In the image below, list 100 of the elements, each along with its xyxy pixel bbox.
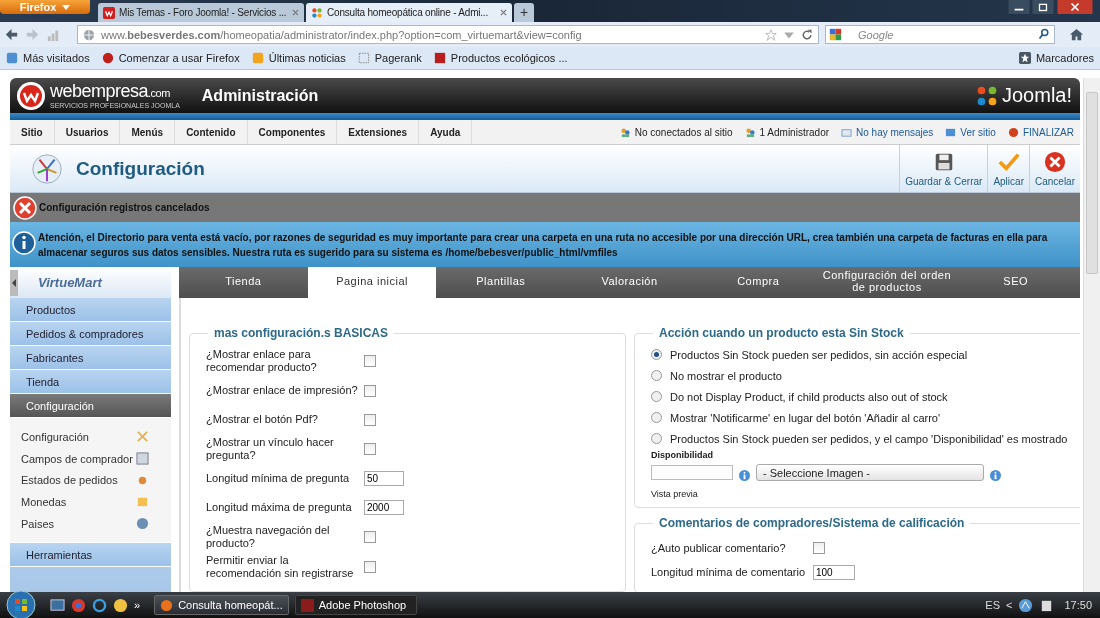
sidebar-item[interactable]: Herramientas (10, 543, 171, 568)
tab[interactable]: Tienda (179, 267, 308, 298)
restore-icon[interactable] (1031, 0, 1055, 14)
reload-icon[interactable] (801, 28, 813, 41)
sidebar-item[interactable]: Productos (10, 298, 171, 322)
bookmark-link[interactable]: Pagerank (357, 52, 422, 64)
info-icon[interactable] (739, 470, 750, 481)
tab[interactable]: Plantillas (436, 267, 566, 298)
bookmark-link[interactable]: Más visitados (6, 52, 90, 64)
submenu-item[interactable]: Configuración (10, 426, 171, 448)
group-title: mas configuración.s BASICAS (213, 326, 390, 340)
status-item[interactable]: No conectados al sitio (613, 120, 739, 144)
browser-tab[interactable]: Mis Temas - Foro Joomla! - Servicios ... (98, 3, 304, 22)
taskbar-window[interactable]: Adobe Photoshop (294, 595, 417, 615)
input-field[interactable]: 50 (364, 471, 404, 486)
group-title: Acción cuando un producto esta Sin Stock (658, 326, 905, 340)
bookmark-link[interactable]: Últimas noticias (251, 52, 346, 64)
caret-icon (62, 4, 71, 10)
info-icon[interactable] (990, 470, 1001, 481)
radio-button[interactable] (651, 349, 662, 360)
menu-item[interactable]: Sitio (10, 120, 55, 144)
checkbox[interactable] (364, 355, 376, 367)
search-icon[interactable] (1038, 28, 1050, 40)
sidebar-item[interactable]: Configuración (10, 394, 171, 418)
checkbox[interactable] (364, 384, 376, 397)
checkbox[interactable] (364, 443, 376, 455)
tab[interactable]: Valoración (565, 267, 694, 298)
tab[interactable]: Pagina inicial (307, 267, 437, 298)
menu-item[interactable]: Componentes (247, 120, 338, 144)
radio-button[interactable] (651, 370, 662, 381)
input-field[interactable]: 100 (813, 564, 855, 580)
field-label: Disponibilidad (651, 450, 714, 460)
clock[interactable]: 17:50 (1064, 599, 1092, 611)
star-icon[interactable] (765, 28, 777, 41)
save-close-button[interactable]: Guardar & Cerrar (899, 145, 988, 192)
radio-button[interactable] (651, 412, 662, 423)
search-engine-icon[interactable] (829, 28, 842, 41)
globe-icon (83, 28, 95, 41)
scrollbar[interactable] (1083, 78, 1100, 592)
checkbox[interactable] (364, 531, 376, 543)
blank-page-icon (357, 52, 370, 64)
bookmarks-menu[interactable]: Marcadores (1018, 52, 1094, 64)
sidebar-item[interactable]: Pedidos & compradores (10, 322, 171, 346)
close-icon[interactable] (1055, 0, 1095, 14)
collapse-handle[interactable] (10, 269, 18, 296)
option-label: No mostrar el producto (670, 369, 782, 382)
sidebar-item[interactable]: Tienda (10, 370, 171, 394)
menu-item[interactable]: Extensiones (337, 120, 420, 144)
users-icon (744, 126, 756, 138)
input-field[interactable] (651, 465, 733, 480)
bookmark-link[interactable]: Comenzar a usar Firefox (101, 52, 240, 64)
back-icon[interactable] (4, 27, 19, 42)
group-title: Comentarios de compradores/Sistema de calificación (658, 516, 966, 530)
configuration-icon (30, 151, 64, 186)
apply-button[interactable]: Aplicar (987, 145, 1029, 192)
checkbox[interactable] (364, 561, 376, 573)
submenu-item[interactable]: Paises (10, 512, 171, 535)
taskbar-window[interactable]: Consulta homeopát... (154, 595, 289, 615)
language-indicator[interactable]: ES (985, 599, 1001, 611)
tab[interactable]: SEO (951, 267, 1080, 298)
start-button[interactable] (6, 590, 36, 618)
new-tab-button[interactable]: + (514, 3, 534, 22)
favicon-icon (311, 6, 323, 19)
search-field[interactable]: Google (825, 25, 1055, 44)
menu-item[interactable]: Menús (120, 120, 176, 144)
more-button[interactable]: » (134, 599, 141, 611)
input-field[interactable]: 2000 (364, 500, 404, 515)
status-item[interactable]: No hay mensajes (835, 120, 940, 144)
address-bar[interactable]: www.bebesverdes.com/homeopatia/administrator/index.php?option=com_virtuemart&view=config (77, 25, 819, 44)
error-message: Configuración registros cancelados (39, 202, 210, 213)
checkbox[interactable] (813, 542, 825, 554)
image-select[interactable]: - Seleccione Imagen - (756, 464, 984, 481)
radio-button[interactable] (651, 433, 662, 444)
menu-item[interactable]: Usuarios (54, 120, 121, 144)
submenu-item[interactable]: Campos de comprador (10, 447, 171, 470)
menu-item[interactable]: Contenido (175, 120, 248, 144)
tab[interactable]: Compra (693, 267, 823, 298)
tab-title: Mis Temas - Foro Joomla! - Servicios ... (119, 7, 288, 18)
tray-expand-button[interactable]: < (1006, 599, 1013, 611)
option-label: Productos Sin Stock pueden ser pedidos, y el campo 'Disponibilidad' es mostrado (670, 432, 1068, 445)
desktop-icon[interactable] (50, 597, 65, 613)
star-icon (1018, 52, 1031, 64)
cancel-button[interactable]: Cancelar (1028, 145, 1080, 192)
tab[interactable]: Configuración del orden de productos (822, 267, 952, 298)
home-icon[interactable] (1069, 27, 1084, 42)
users-icon (619, 126, 631, 138)
network-icon[interactable] (1018, 597, 1034, 613)
submenu-item[interactable]: Monedas (10, 491, 171, 513)
checkbox[interactable] (364, 413, 376, 426)
submenu-item[interactable]: Estados de pedidos (10, 469, 171, 492)
menu-item[interactable]: Ayuda (419, 120, 473, 144)
minimize-icon[interactable] (1007, 0, 1031, 14)
status-item[interactable]: 1 Administrador (738, 120, 836, 144)
sidebar-item[interactable]: Fabricantes (10, 346, 171, 370)
status-item[interactable]: FINALIZAR (1001, 120, 1080, 144)
bookmark-link[interactable]: Productos ecológicos ... (433, 52, 568, 64)
browser-tab[interactable]: Consulta homeopática online - Admi... (306, 3, 512, 22)
status-item[interactable]: Ver sitio (939, 120, 1002, 144)
radio-button[interactable] (651, 391, 662, 402)
info-icon (12, 231, 36, 255)
